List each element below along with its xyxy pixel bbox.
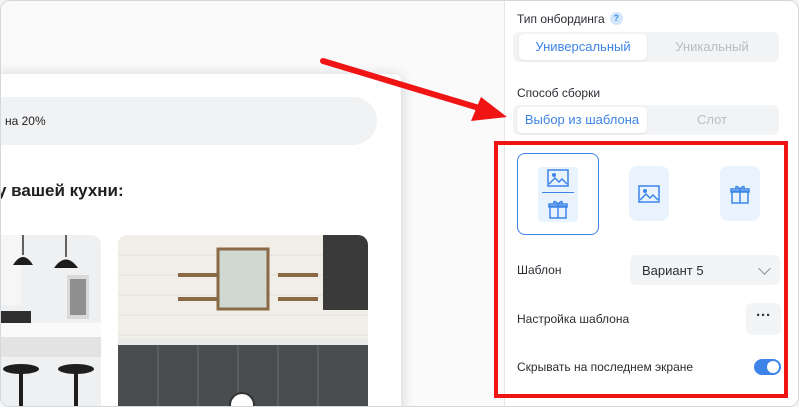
annotation-arrow xyxy=(320,58,507,121)
app-frame: на 20% у вашей кухни: Тип онбординга ? У… xyxy=(0,0,799,407)
